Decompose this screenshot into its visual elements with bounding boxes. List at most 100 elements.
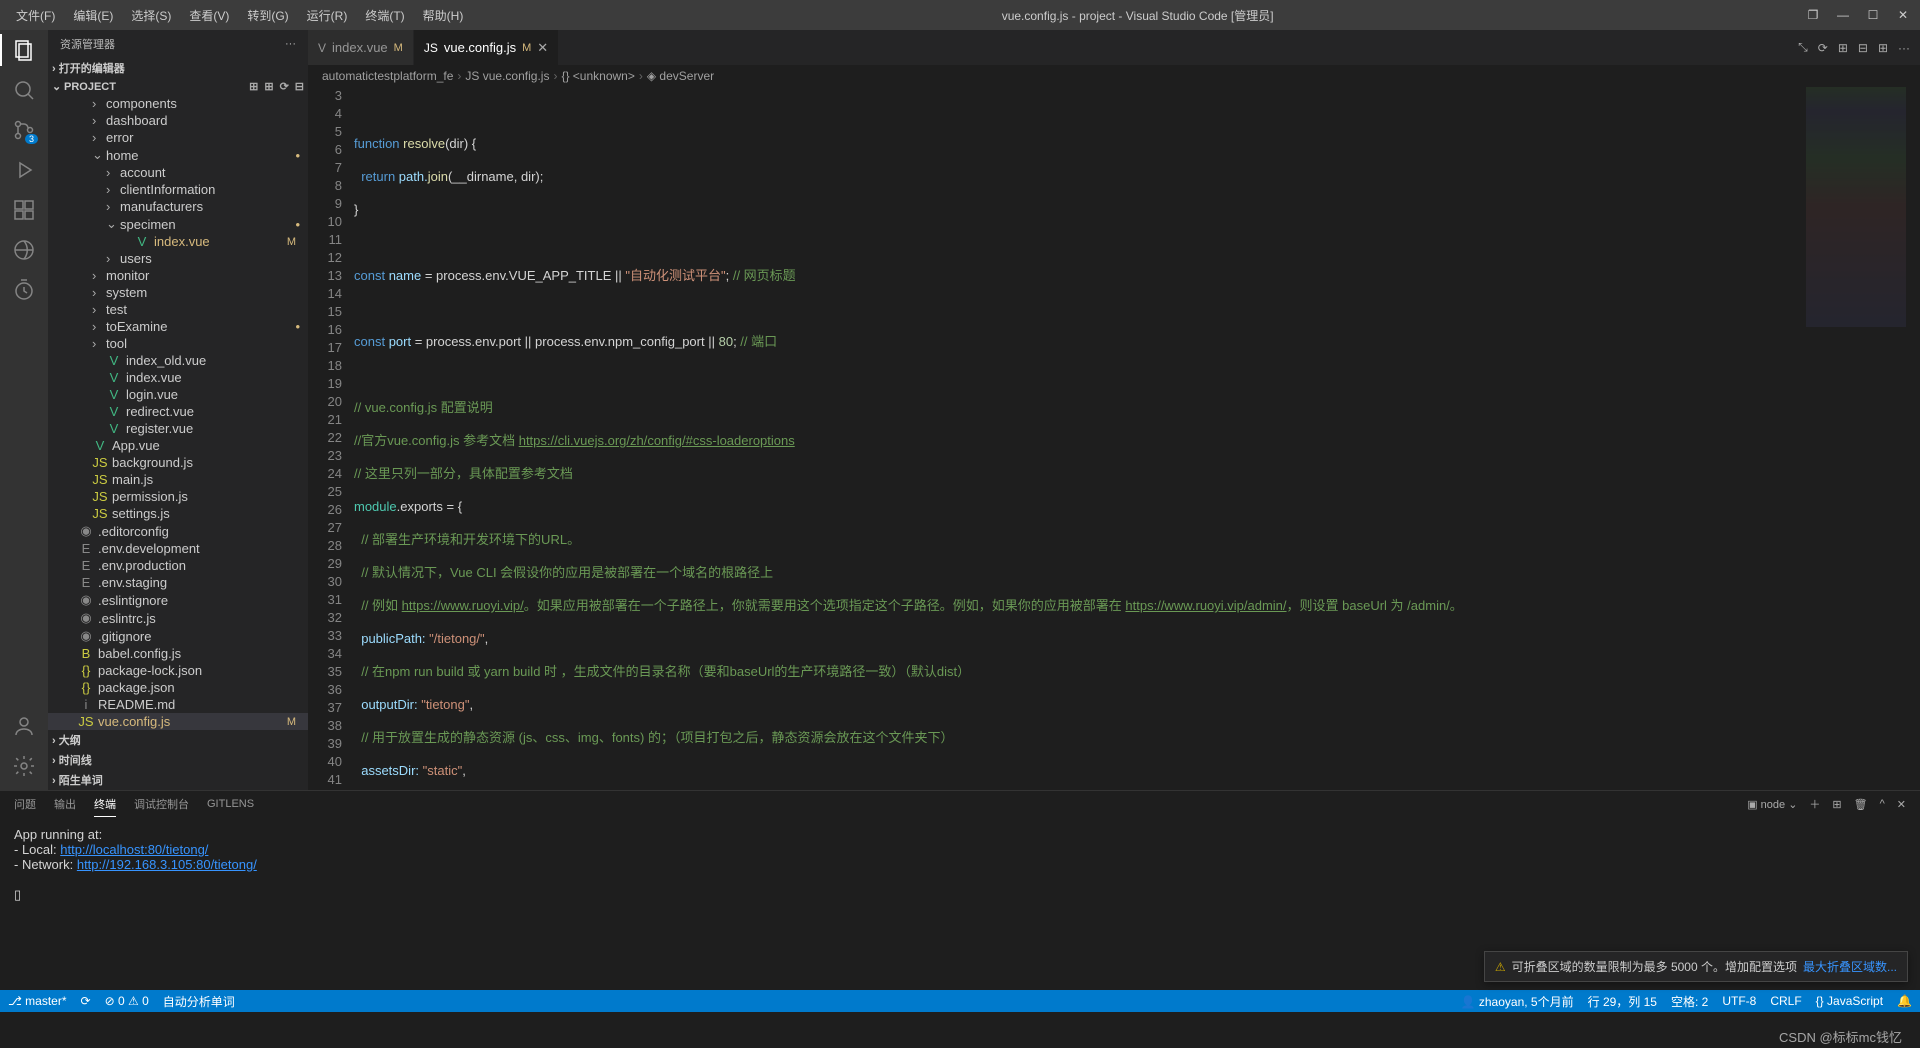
status-bell-icon[interactable]: 🔔 (1897, 993, 1912, 1010)
timer-icon[interactable] (12, 278, 36, 302)
account-icon[interactable] (12, 714, 36, 738)
status-position[interactable]: 行 29，列 15 (1588, 993, 1657, 1010)
tree-item[interactable]: ⌄specimen• (48, 215, 308, 233)
maximize-icon[interactable]: ☐ (1864, 8, 1882, 22)
outline-section[interactable]: › 大纲 (48, 730, 308, 750)
tree-item[interactable]: iREADME.md (48, 696, 308, 713)
close-icon[interactable]: ✕ (1894, 8, 1912, 22)
remote-icon[interactable] (12, 238, 36, 262)
tree-item[interactable]: JSmain.js (48, 471, 308, 488)
tree-item[interactable]: JSbackground.js (48, 454, 308, 471)
editor-tab[interactable]: JSvue.config.jsM✕ (414, 30, 559, 65)
tree-item[interactable]: ◉.eslintignore (48, 591, 308, 609)
menu-view[interactable]: 查看(V) (181, 3, 237, 28)
tree-item[interactable]: ›tool (48, 335, 308, 352)
status-branch[interactable]: ⎇ master* (8, 994, 67, 1008)
menu-select[interactable]: 选择(S) (123, 3, 179, 28)
menu-edit[interactable]: 编辑(E) (65, 3, 121, 28)
layout-icon[interactable]: ❐ (1804, 8, 1822, 22)
extensions-icon[interactable] (12, 198, 36, 222)
minimize-icon[interactable]: — (1834, 8, 1852, 22)
panel-tab-output[interactable]: 输出 (54, 796, 76, 816)
tree-item[interactable]: JSsettings.js (48, 505, 308, 522)
tree-item[interactable]: ›account (48, 164, 308, 181)
panel-tab-problems[interactable]: 问题 (14, 796, 36, 816)
tab-close-icon[interactable]: ✕ (537, 40, 548, 56)
terminal-new-icon[interactable]: ＋ (1809, 796, 1820, 816)
more-icon[interactable]: ··· (285, 38, 296, 50)
tab-more-icon[interactable]: ··· (1898, 41, 1910, 55)
timeline-section[interactable]: › 时间线 (48, 750, 308, 770)
tree-item[interactable]: ⌄home• (48, 146, 308, 164)
tree-item[interactable]: Vlogin.vue (48, 386, 308, 403)
tree-item[interactable]: ›error (48, 129, 308, 146)
tree-item[interactable]: Vindex_old.vue (48, 352, 308, 369)
notification-toast[interactable]: ⚠ 可折叠区域的数量限制为最多 5000 个。增加配置选项 最大折叠区域数... (1484, 951, 1908, 982)
collapse-icon[interactable]: ⊟ (295, 80, 304, 93)
tree-item[interactable]: ›dashboard (48, 112, 308, 129)
new-file-icon[interactable]: ⊞ (249, 80, 258, 93)
new-folder-icon[interactable]: ⊞ (264, 80, 273, 93)
open-editors-section[interactable]: › 打开的编辑器 (48, 58, 308, 78)
tree-item[interactable]: ›system (48, 284, 308, 301)
status-encoding[interactable]: UTF-8 (1722, 993, 1756, 1010)
terminal-trash-icon[interactable]: 🗑 (1854, 798, 1868, 815)
panel-tab-gitlens[interactable]: GITLENS (207, 798, 254, 814)
tree-item[interactable]: {}package-lock.json (48, 662, 308, 679)
menu-file[interactable]: 文件(F) (8, 3, 63, 28)
status-errors[interactable]: ⊘ 0 ⚠ 0 (105, 994, 149, 1008)
terminal-maximize-icon[interactable]: ^ (1880, 798, 1885, 814)
status-analyse[interactable]: 自动分析单词 (163, 993, 235, 1010)
menu-goto[interactable]: 转到(G) (239, 3, 296, 28)
settings-gear-icon[interactable] (12, 754, 36, 778)
refresh-icon[interactable]: ⟳ (280, 80, 289, 93)
tree-item[interactable]: ›users (48, 250, 308, 267)
tree-item[interactable]: ›clientInformation (48, 181, 308, 198)
tree-item[interactable]: ◉.editorconfig (48, 522, 308, 540)
tree-item[interactable]: E.env.development (48, 540, 308, 557)
minimap[interactable] (1806, 87, 1906, 790)
explorer-icon[interactable] (12, 38, 36, 62)
run-debug-icon[interactable] (12, 158, 36, 182)
status-blame[interactable]: 👤 zhaoyan, 5个月前 (1461, 993, 1574, 1010)
tree-item[interactable]: ◉.gitignore (48, 627, 308, 645)
tree-item[interactable]: ›toExamine• (48, 318, 308, 335)
terminal-select[interactable]: ▣ node ⌄ (1747, 798, 1797, 815)
tree-item[interactable]: Vindex.vue (48, 369, 308, 386)
menu-terminal[interactable]: 终端(T) (357, 3, 412, 28)
tree-item[interactable]: {}package.json (48, 679, 308, 696)
status-spaces[interactable]: 空格: 2 (1671, 993, 1708, 1010)
tab-action-icon[interactable]: ⊞ (1838, 41, 1848, 55)
code-content[interactable]: function resolve(dir) { return path.join… (354, 87, 1920, 790)
notification-link[interactable]: 最大折叠区域数... (1803, 958, 1897, 975)
breadcrumb[interactable]: automatictestplatform_fe› JS vue.config.… (308, 65, 1920, 87)
tree-item[interactable]: ◉.eslintrc.js (48, 609, 308, 627)
tab-action-icon[interactable]: ⟳ (1818, 41, 1828, 55)
tree-item[interactable]: E.env.production (48, 557, 308, 574)
terminal-close-icon[interactable]: ✕ (1897, 798, 1906, 815)
tree-item[interactable]: JSvue.config.jsM (48, 713, 308, 730)
menu-run[interactable]: 运行(R) (299, 3, 356, 28)
search-icon[interactable] (12, 78, 36, 102)
tree-item[interactable]: ›monitor (48, 267, 308, 284)
source-control-icon[interactable]: 3 (12, 118, 36, 142)
unfamiliar-section[interactable]: › 陌生单词 (48, 770, 308, 790)
tree-item[interactable]: E.env.staging (48, 574, 308, 591)
tab-action-icon[interactable]: ⊞ (1878, 41, 1888, 55)
tree-item[interactable]: Vregister.vue (48, 420, 308, 437)
editor-tab[interactable]: Vindex.vueM (308, 30, 414, 65)
panel-tab-debug[interactable]: 调试控制台 (134, 796, 189, 816)
tree-item[interactable]: ›components (48, 95, 308, 112)
tab-action-icon[interactable]: ⤡ (1798, 40, 1808, 55)
tree-item[interactable]: ›manufacturers (48, 198, 308, 215)
status-eol[interactable]: CRLF (1770, 993, 1801, 1010)
panel-tab-terminal[interactable]: 终端 (94, 796, 116, 817)
tree-item[interactable]: VApp.vue (48, 437, 308, 454)
status-language[interactable]: {} JavaScript (1816, 993, 1883, 1010)
terminal-split-icon[interactable]: ⊞ (1832, 798, 1841, 815)
tree-item[interactable]: Bbabel.config.js (48, 645, 308, 662)
tree-item[interactable]: JSpermission.js (48, 488, 308, 505)
menu-help[interactable]: 帮助(H) (415, 3, 472, 28)
tree-item[interactable]: ›test (48, 301, 308, 318)
tree-item[interactable]: Vredirect.vue (48, 403, 308, 420)
